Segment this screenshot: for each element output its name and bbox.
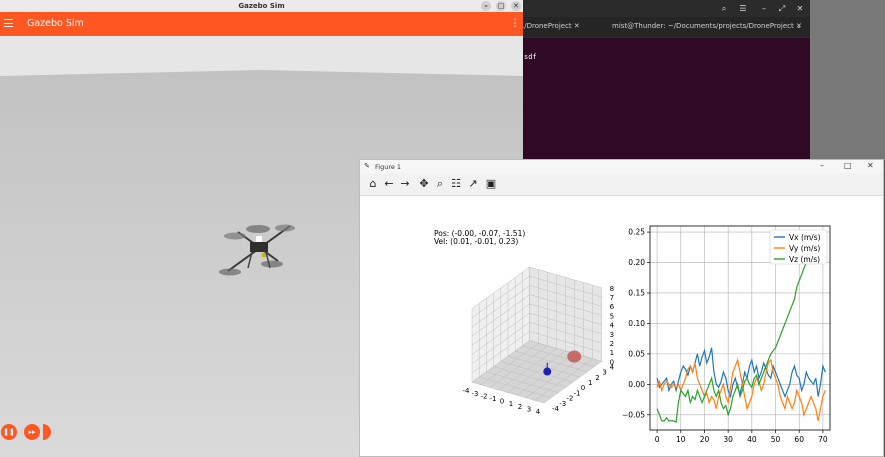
minimize-icon[interactable]: – bbox=[758, 3, 770, 15]
y-tick-label: 0.15 bbox=[628, 288, 645, 297]
x-tick-label: -3 bbox=[472, 390, 479, 398]
x-tick-label: -2 bbox=[481, 392, 488, 400]
window-title: Figure 1 bbox=[375, 163, 402, 171]
x-tick-label: 3 bbox=[527, 405, 531, 413]
tab-label: mist@Thunder: ~/Documents/projects/Drone… bbox=[612, 22, 794, 30]
y-tick-label: 0.20 bbox=[628, 258, 645, 267]
figure-toolbar: ⌂ ← → ✥ ⌕ ☷ ↗ ▣ bbox=[360, 173, 883, 196]
edit-axes-icon[interactable]: ↗ bbox=[466, 177, 480, 191]
drone-marker bbox=[543, 367, 552, 376]
legend-label: Vz (m/s) bbox=[789, 255, 820, 264]
z-tick-label: 2 bbox=[610, 340, 614, 348]
z-tick-label: 7 bbox=[610, 294, 614, 302]
x-tick-label: 20 bbox=[700, 435, 710, 444]
kebab-icon[interactable]: ⋮ bbox=[510, 18, 520, 30]
x-tick-label: 40 bbox=[747, 435, 757, 444]
maximize-icon[interactable]: ⤢ bbox=[776, 3, 788, 15]
close-icon[interactable]: ✕ bbox=[574, 22, 580, 30]
y-tick-label: -3 bbox=[559, 400, 566, 408]
velocity-chart[interactable]: 0 10 20 30 40 50 60 70 0.25 0.20 0.15 0.10 0.05 0.00 −… bbox=[615, 220, 880, 450]
x-tick-label: 30 bbox=[723, 435, 733, 444]
minimize-icon[interactable]: – bbox=[481, 1, 491, 11]
x-tick-label: 70 bbox=[818, 435, 828, 444]
x-tick-label: 0 bbox=[500, 398, 504, 406]
x-tick-label: 50 bbox=[771, 435, 781, 444]
hamburger-icon[interactable] bbox=[4, 18, 14, 28]
x-tick-label: -1 bbox=[490, 395, 497, 403]
tab-terminal-2[interactable]: mist@Thunder: ~/Documents/projects/Drone… bbox=[612, 22, 802, 30]
x-tick-label: 4 bbox=[536, 408, 541, 416]
save-icon[interactable]: ▣ bbox=[484, 177, 498, 191]
y-tick-label: -2 bbox=[566, 395, 573, 403]
y-tick-label: 3 bbox=[602, 369, 606, 377]
legend-label: Vy (m/s) bbox=[789, 244, 820, 253]
x-tick-label: 2 bbox=[518, 403, 522, 411]
terminal-output: sdf bbox=[524, 53, 537, 61]
hamburger-icon[interactable]: ☰ bbox=[737, 3, 749, 15]
x-tick-label: 0 bbox=[655, 435, 660, 444]
y-tick-label: 1 bbox=[588, 379, 592, 387]
configure-icon[interactable]: ☷ bbox=[449, 177, 463, 191]
minimize-icon[interactable]: – bbox=[820, 161, 824, 170]
z-tick-label: 0 bbox=[610, 358, 614, 366]
y-tick-label: −0.05 bbox=[622, 410, 645, 419]
z-tick-label: 1 bbox=[610, 349, 614, 357]
y-tick-label: 0.05 bbox=[628, 349, 645, 358]
y-tick-label: 0.10 bbox=[628, 319, 645, 328]
window-title: Gazebo Sim bbox=[238, 2, 285, 10]
x-tick-label: -4 bbox=[463, 387, 471, 395]
close-icon[interactable]: ✕ bbox=[867, 161, 874, 170]
y-tick-label: 0.25 bbox=[628, 228, 645, 237]
y-tick-label: 0 bbox=[581, 384, 585, 392]
search-icon[interactable]: ⌕ bbox=[718, 3, 730, 15]
maximize-icon[interactable]: □ bbox=[496, 1, 506, 11]
gazebo-title-bar: Gazebo Sim – □ ✕ bbox=[0, 0, 523, 12]
desktop-background bbox=[810, 0, 885, 160]
chevron-down-icon[interactable]: ⌄ bbox=[796, 22, 802, 30]
tab-terminal-1[interactable]: ./DroneProject ✕ bbox=[522, 22, 580, 30]
velocity-chart-content: 0 10 20 30 40 50 60 70 0.25 0.20 0.15 0.10 0.05 0.00 −… bbox=[622, 225, 831, 444]
close-icon[interactable]: ✕ bbox=[794, 3, 806, 15]
z-tick-label: 8 bbox=[610, 285, 614, 293]
plot-3d-content: -4 -3 -2 -1 0 1 2 3 4 -4-3-2-101234012345678 bbox=[463, 266, 615, 416]
terminal-window[interactable]: ⌕ ☰ – ⤢ ✕ ./DroneProject ✕ mist@Thunder:… bbox=[520, 0, 810, 160]
matplotlib-icon: ✎ bbox=[364, 162, 370, 170]
y-tick-label: 2 bbox=[595, 374, 599, 382]
close-icon[interactable]: ✕ bbox=[511, 1, 521, 11]
zoom-icon[interactable]: ⌕ bbox=[433, 177, 447, 191]
x-tick-label: 60 bbox=[794, 435, 804, 444]
y-tick-label: 0.00 bbox=[628, 380, 645, 389]
plot-3d[interactable]: -4 -3 -2 -1 0 1 2 3 4 -4-3-2-101234012345678 bbox=[420, 245, 620, 430]
z-tick-label: 5 bbox=[610, 312, 614, 320]
legend-label: Vx (m/s) bbox=[789, 233, 821, 242]
z-tick-label: 3 bbox=[610, 331, 614, 339]
pause-button[interactable]: ❚❚ bbox=[1, 424, 17, 440]
figure-title-bar: ✎ Figure 1 – □ ✕ bbox=[360, 160, 883, 173]
pan-icon[interactable]: ✥ bbox=[417, 177, 431, 191]
step-button[interactable]: ▸▸ bbox=[24, 424, 40, 440]
matplotlib-figure-window[interactable]: ✎ Figure 1 – □ ✕ ⌂ ← → ✥ ⌕ ☷ ↗ ▣ Pos: (-… bbox=[359, 159, 884, 457]
y-tick-label: -1 bbox=[574, 389, 581, 397]
tab-label: ./DroneProject bbox=[522, 22, 572, 30]
x-tick-label: 10 bbox=[676, 435, 686, 444]
maximize-icon[interactable]: □ bbox=[844, 161, 852, 170]
home-icon[interactable]: ⌂ bbox=[366, 177, 380, 191]
series-line-vx bbox=[656, 347, 826, 399]
z-tick-label: 4 bbox=[610, 322, 615, 330]
target-marker bbox=[567, 350, 582, 363]
forward-icon[interactable]: → bbox=[398, 177, 412, 191]
x-tick-label: 1 bbox=[509, 400, 513, 408]
terminal-tab-bar: ./DroneProject ✕ mist@Thunder: ~/Documen… bbox=[520, 17, 810, 37]
app-name: Gazebo Sim bbox=[27, 18, 84, 29]
back-icon[interactable]: ← bbox=[382, 177, 396, 191]
z-tick-label: 6 bbox=[610, 303, 615, 311]
